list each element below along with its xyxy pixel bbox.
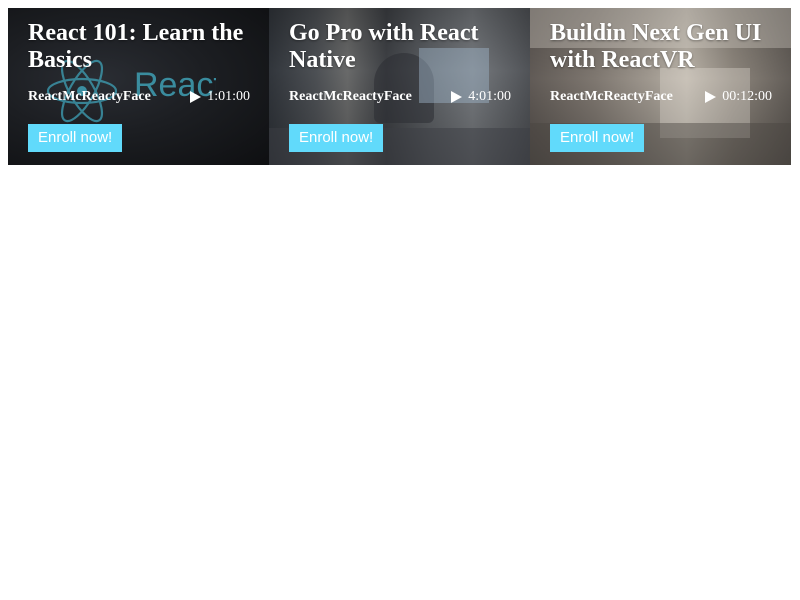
- enroll-button[interactable]: Enroll now!: [28, 124, 123, 152]
- enroll-button[interactable]: Enroll now!: [550, 124, 645, 152]
- enroll-button[interactable]: Enroll now!: [289, 124, 384, 152]
- course-card-content: React 101: Learn the Basics ReactMcReact…: [8, 8, 269, 165]
- course-duration: 1:01:00: [190, 89, 250, 105]
- course-meta: ReactMcReactyFace 4:01:00: [289, 88, 511, 106]
- course-title: Buildin Next Gen UI with ReactVR: [550, 20, 762, 73]
- course-duration-text: 4:01:00: [468, 89, 511, 104]
- course-author: ReactMcReactyFace: [550, 89, 673, 104]
- course-duration: 4:01:00: [451, 89, 511, 105]
- course-card-react-native: Go Pro with React Native ReactMcReactyFa…: [269, 8, 530, 165]
- course-meta: ReactMcReactyFace 1:01:00: [28, 88, 250, 106]
- course-card-list: React React 101: Learn the Basics ReactM…: [8, 8, 791, 165]
- course-card-react-101: React React 101: Learn the Basics ReactM…: [8, 8, 269, 165]
- course-card-content: Buildin Next Gen UI with ReactVR ReactMc…: [530, 8, 791, 165]
- play-icon: [190, 91, 202, 103]
- course-meta: ReactMcReactyFace 00:12:00: [550, 88, 772, 106]
- course-card-react-vr: Buildin Next Gen UI with ReactVR ReactMc…: [530, 8, 791, 165]
- course-duration-text: 00:12:00: [722, 89, 772, 104]
- play-icon: [705, 91, 717, 103]
- course-title: Go Pro with React Native: [289, 20, 479, 73]
- play-icon: [451, 91, 463, 103]
- course-author: ReactMcReactyFace: [28, 89, 151, 104]
- course-author: ReactMcReactyFace: [289, 89, 412, 104]
- course-title: React 101: Learn the Basics: [28, 20, 244, 73]
- course-duration: 00:12:00: [705, 89, 772, 105]
- course-card-content: Go Pro with React Native ReactMcReactyFa…: [269, 8, 530, 165]
- course-duration-text: 1:01:00: [207, 89, 250, 104]
